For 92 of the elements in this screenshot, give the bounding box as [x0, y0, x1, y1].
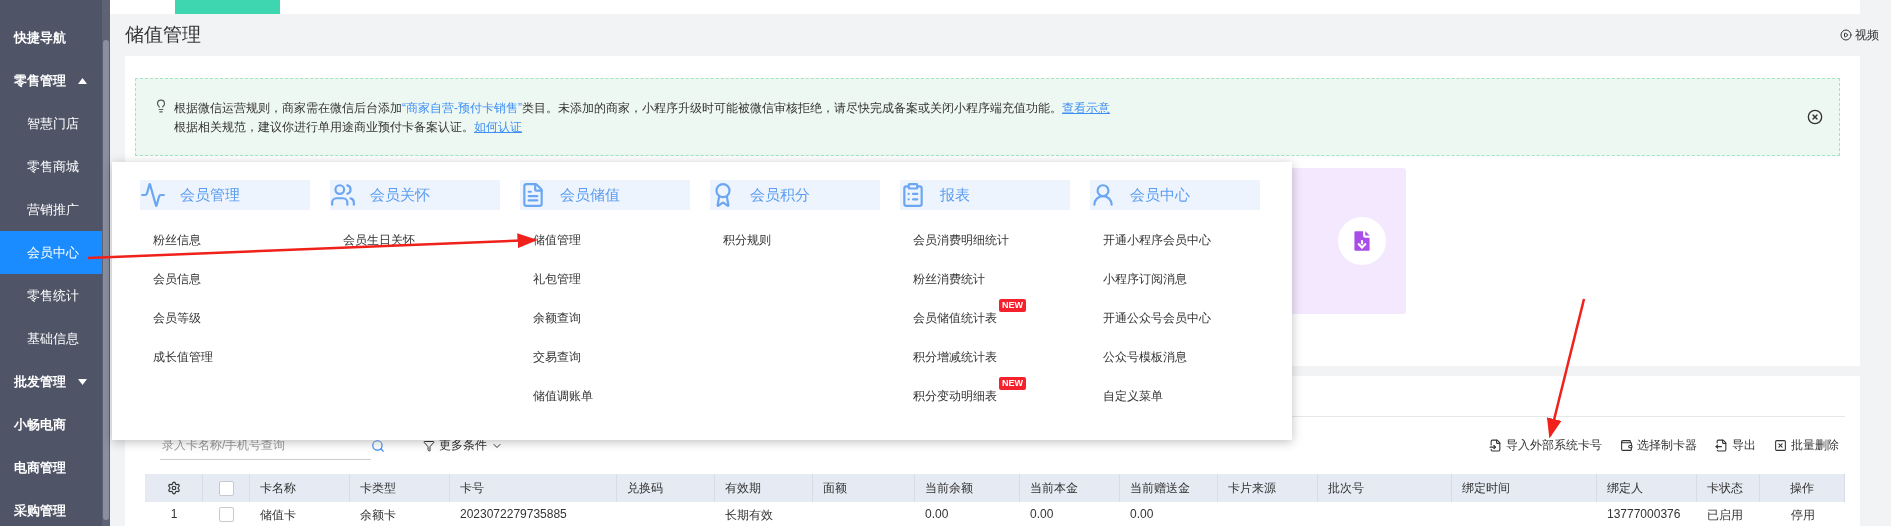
- menu-item[interactable]: 粉丝消费统计: [913, 271, 985, 290]
- toolbar-action[interactable]: 导出: [1715, 437, 1756, 454]
- table-cell: 13777000376: [1607, 507, 1681, 521]
- column-header: 绑定人: [1607, 479, 1643, 497]
- menu-item[interactable]: 会员等级: [153, 310, 201, 329]
- column-header: 当前余额: [925, 479, 973, 497]
- search-icon: [371, 438, 385, 453]
- sidebar-item[interactable]: 基础信息: [0, 317, 102, 360]
- checkbox[interactable]: [218, 480, 234, 496]
- column-header: 绑定时间: [1462, 479, 1510, 497]
- filter-icon: [423, 439, 435, 452]
- play-icon: [1840, 29, 1852, 41]
- column-header: 操作: [1790, 479, 1814, 497]
- lightbulb-icon: [154, 99, 168, 113]
- column-header: 当前赠送金: [1130, 479, 1190, 497]
- notice-text: 根据微信运营规则，商家需在微信后台添加“商家自营-预付卡销售”类目。未添加的商家，小程序升级时可能被微信审核拒绝，请尽快完成备案或关闭小程序端充值功能。查看示意: [174, 99, 1111, 116]
- menu-item[interactable]: 余额查询: [533, 310, 581, 329]
- menu-item[interactable]: 开通公众号会员中心: [1103, 310, 1211, 329]
- menu-category-icon: [1090, 182, 1116, 208]
- table-cell: 0.00: [1130, 507, 1154, 521]
- menu-item[interactable]: 会员信息: [153, 271, 201, 290]
- row-action-link[interactable]: 停用: [1790, 507, 1815, 524]
- sidebar-item[interactable]: 零售商城: [0, 145, 102, 188]
- menu-column-title: 会员储值: [560, 185, 620, 205]
- table-cell: 储值卡: [260, 507, 296, 524]
- scrollbar[interactable]: [102, 0, 110, 526]
- column-header: 兑换码: [627, 479, 663, 497]
- column-header: 批次号: [1328, 479, 1364, 497]
- column-header: 卡片来源: [1228, 479, 1276, 497]
- menu-item[interactable]: 积分规则: [723, 232, 771, 251]
- menu-column-title: 报表: [940, 185, 970, 205]
- sidebar-item[interactable]: 采购管理: [0, 489, 102, 526]
- table-cell: 已启用: [1707, 507, 1743, 524]
- toolbar-action[interactable]: 批量删除: [1774, 437, 1839, 454]
- checkbox[interactable]: [219, 507, 234, 522]
- menu-item[interactable]: 储值调账单: [533, 388, 593, 407]
- toolbar-action[interactable]: 导入外部系统卡号: [1489, 437, 1602, 454]
- video-link[interactable]: 视频: [1840, 26, 1879, 44]
- close-icon[interactable]: [1807, 109, 1823, 125]
- caret-icon: [78, 378, 87, 385]
- filter-button[interactable]: 更多条件: [423, 437, 503, 454]
- menu-item[interactable]: 公众号模板消息: [1103, 349, 1187, 368]
- menu-category-icon: [140, 182, 166, 208]
- menu-column-title: 会员中心: [1130, 185, 1190, 205]
- file-export-icon: [1715, 439, 1728, 452]
- sidebar-item[interactable]: 智慧门店: [0, 102, 102, 145]
- settings-icon[interactable]: [166, 481, 181, 495]
- menu-item[interactable]: 自定义菜单: [1103, 388, 1163, 407]
- column-header: 面额: [823, 479, 847, 497]
- menu-column-title: 会员管理: [180, 185, 240, 205]
- table-cell: 2023072279735885: [460, 507, 567, 521]
- sidebar-item[interactable]: 电商管理: [0, 446, 102, 489]
- new-badge: NEW: [999, 377, 1026, 390]
- menu-item[interactable]: 礼包管理: [533, 271, 581, 290]
- table-cell: 余额卡: [360, 507, 396, 524]
- menu-item[interactable]: 开通小程序会员中心: [1103, 232, 1211, 251]
- table-cell: 长期有效: [725, 507, 773, 524]
- menu-item[interactable]: 交易查询: [533, 349, 581, 368]
- menu-item[interactable]: 储值管理: [533, 232, 581, 251]
- menu-category-icon: [900, 182, 926, 208]
- menu-column-title: 会员积分: [750, 185, 810, 205]
- page-title: 储值管理: [125, 23, 201, 47]
- sidebar-item[interactable]: 小畅电商: [0, 403, 102, 446]
- sidebar-item[interactable]: 零售管理: [0, 59, 102, 102]
- square-x-icon: [1774, 439, 1787, 452]
- menu-column-title: 会员关怀: [370, 185, 430, 205]
- menu-item[interactable]: 粉丝信息: [153, 232, 201, 251]
- sidebar-item[interactable]: 批发管理: [0, 360, 102, 403]
- toolbar-action[interactable]: 选择制卡器: [1620, 437, 1697, 454]
- table-cell: 1: [170, 507, 178, 521]
- menu-category-icon: [330, 182, 356, 208]
- column-header: 卡类型: [360, 479, 396, 497]
- table-cell: 0.00: [1030, 507, 1054, 521]
- sidebar-item[interactable]: 零售统计: [0, 274, 102, 317]
- menu-item[interactable]: 成长值管理: [153, 349, 213, 368]
- table-cell: 0.00: [925, 507, 949, 521]
- new-badge: NEW: [999, 299, 1026, 312]
- column-header: 卡名称: [260, 479, 296, 497]
- sidebar-item[interactable]: 营销推广: [0, 188, 102, 231]
- column-header: 当前本金: [1030, 479, 1078, 497]
- notice-text: 根据相关规范，建议你进行单用途商业预付卡备案认证。如何认证: [174, 118, 523, 135]
- caret-icon: [78, 77, 87, 84]
- sidebar-item[interactable]: 快捷导航: [0, 16, 102, 59]
- menu-item[interactable]: 小程序订阅消息: [1103, 271, 1187, 290]
- column-header: 卡状态: [1707, 479, 1743, 497]
- wallet-icon: [1620, 439, 1633, 452]
- file-arrow-icon: [1489, 439, 1502, 452]
- menu-category-icon: [520, 182, 546, 208]
- menu-item[interactable]: 会员消费明细统计: [913, 232, 1009, 251]
- menu-item[interactable]: 积分增减统计表: [913, 349, 997, 368]
- column-header: 卡号: [460, 479, 484, 497]
- column-header: 有效期: [725, 479, 761, 497]
